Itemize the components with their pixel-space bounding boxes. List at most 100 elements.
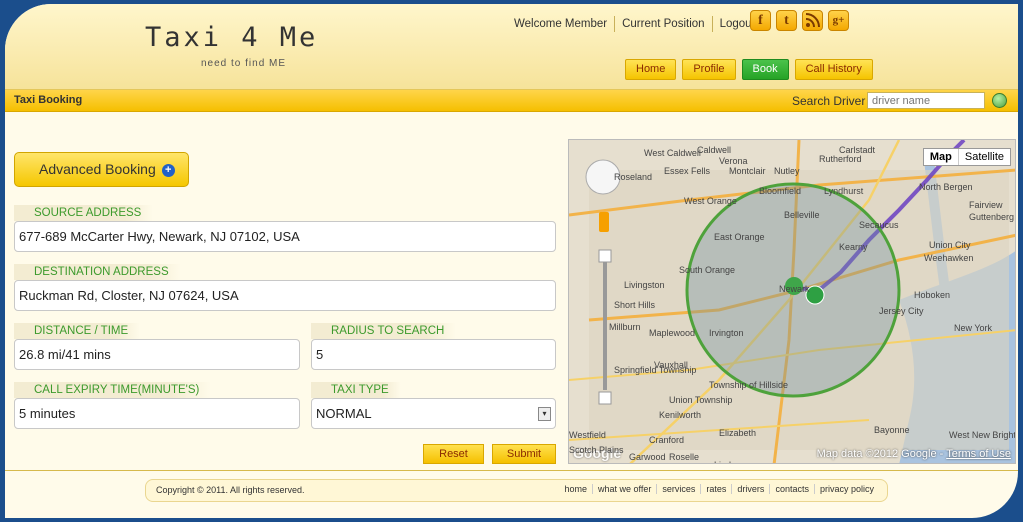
map-place-label: Fairview — [969, 200, 1003, 210]
map-place-label: Bloomfield — [759, 186, 802, 196]
social-links: f t g+ — [750, 10, 849, 31]
facebook-icon[interactable]: f — [750, 10, 771, 31]
map-place-label: Roselle — [669, 452, 700, 462]
google-plus-icon[interactable]: g+ — [828, 10, 849, 31]
map-place-label: Union City — [929, 240, 971, 250]
footer-divider — [5, 470, 1018, 471]
map-place-label: Weehawken — [924, 253, 974, 263]
map-type-toggle: Map Satellite — [922, 148, 1011, 166]
map-place-label: East Orange — [714, 232, 765, 242]
map-place-label: Caldwell — [697, 145, 732, 155]
map-place-label: Jersey City — [879, 306, 924, 316]
map-place-label: Newark — [779, 284, 810, 294]
map-place-label: Lyndhurst — [824, 186, 864, 196]
copyright: Copyright © 2011. All rights reserved. — [156, 485, 305, 495]
taxi-type-value: NORMAL — [316, 406, 372, 421]
map-place-label: Cranford — [649, 435, 685, 445]
footer: Copyright © 2011. All rights reserved. h… — [145, 479, 888, 502]
source-address-label: SOURCE ADDRESS — [14, 205, 154, 221]
map-place-label: South Orange — [679, 265, 736, 275]
section-bar: Taxi Booking Search Driver — [5, 90, 1018, 112]
top-links: Welcome Member Current Position Logout — [507, 16, 762, 32]
distance-time-label: DISTANCE / TIME — [14, 323, 141, 339]
taxi-type-select[interactable]: NORMAL ▾ — [311, 398, 556, 429]
map-place-label: Garwood — [629, 452, 666, 462]
page: Taxi 4 Me need to find ME Welcome Member… — [5, 4, 1018, 518]
map-place-label: Elizabeth — [719, 428, 757, 438]
map-place-label: Westfield — [569, 430, 606, 440]
nav-profile[interactable]: Profile — [682, 59, 736, 80]
map-place-label: Kenilworth — [659, 410, 702, 420]
map-credit: Map data ©2012 Google - Terms of Use — [817, 448, 1011, 460]
map-type-map[interactable]: Map — [924, 149, 959, 165]
footer-links: home what we offer services rates driver… — [560, 484, 880, 494]
taxi-type-label: TAXI TYPE — [311, 382, 401, 398]
reset-button[interactable]: Reset — [423, 444, 484, 464]
advanced-booking-label: Advanced Booking — [39, 161, 156, 177]
rss-icon[interactable] — [802, 10, 823, 31]
nav-book[interactable]: Book — [741, 59, 789, 80]
submit-button[interactable]: Submit — [492, 444, 556, 464]
search-go-icon[interactable] — [992, 93, 1007, 108]
footer-link-what-we-offer[interactable]: what we offer — [592, 484, 656, 494]
map-place-label: Maplewood — [649, 328, 696, 338]
search-driver-label: Search Driver — [792, 94, 866, 108]
tagline: need to find ME — [201, 58, 287, 69]
call-expiry-field[interactable]: 5 minutes — [14, 398, 300, 429]
map-place-label: Irvington — [709, 328, 744, 338]
map-place-label: Kearny — [839, 242, 868, 252]
search-driver-input[interactable] — [867, 92, 985, 109]
distance-time-field[interactable]: 26.8 mi/41 mins — [14, 339, 300, 370]
map-place-label: West Caldwell — [644, 148, 701, 158]
outer-frame: Taxi 4 Me need to find ME Welcome Member… — [0, 0, 1023, 522]
map-place-label: Guttenberg — [969, 212, 1015, 222]
footer-link-drivers[interactable]: drivers — [731, 484, 769, 494]
radius-label: RADIUS TO SEARCH — [311, 323, 457, 339]
logo[interactable]: Taxi 4 Me — [145, 22, 318, 53]
footer-link-contacts[interactable]: contacts — [769, 484, 814, 494]
footer-link-rates[interactable]: rates — [700, 484, 731, 494]
map-credit-text: Map data ©2012 Google - — [816, 448, 947, 460]
map-place-label: West New Brighton — [949, 430, 1016, 440]
nav-home[interactable]: Home — [625, 59, 677, 80]
advanced-booking-button[interactable]: Advanced Booking + — [14, 152, 189, 187]
map-place-label: Montclair — [729, 166, 766, 176]
map-place-label: Hoboken — [914, 290, 951, 300]
plus-icon: + — [161, 163, 175, 177]
map-place-label: Verona — [719, 156, 748, 166]
map-place-label: West Orange — [684, 196, 737, 206]
nav-call-history[interactable]: Call History — [794, 59, 873, 80]
twitter-icon[interactable]: t — [776, 10, 797, 31]
map-place-label: Livingston — [624, 280, 665, 290]
map-place-label: Scotch Plains — [569, 445, 624, 455]
map-place-label: Nutley — [774, 166, 800, 176]
radius-field[interactable]: 5 — [311, 339, 556, 370]
footer-link-home[interactable]: home — [560, 484, 593, 494]
map-place-label: New York — [954, 323, 993, 333]
source-address-field[interactable]: 677-689 McCarter Hwy, Newark, NJ 07102, … — [14, 221, 556, 252]
map-place-label: Roseland — [614, 172, 653, 182]
map-place-label: Vauxhall — [654, 360, 688, 370]
map-place-label: Essex Fells — [664, 166, 711, 176]
welcome-text: Welcome Member — [514, 18, 608, 30]
main-nav: Home Profile Book Call History — [625, 59, 873, 80]
call-expiry-label: CALL EXPIRY TIME(MINUTE'S) — [14, 382, 212, 398]
destination-address-field[interactable]: Ruckman Rd, Closter, NJ 07624, USA — [14, 280, 556, 311]
map[interactable]: Map Satellite Google Map data ©2012 Goog… — [568, 139, 1016, 464]
map-place-label: Short Hills — [614, 300, 656, 310]
map-place-label: Rutherford — [819, 154, 862, 164]
map-place-label: Secaucus — [859, 220, 899, 230]
map-place-label: Union Township — [669, 395, 733, 405]
current-position-link[interactable]: Current Position — [614, 16, 711, 32]
footer-link-services[interactable]: services — [656, 484, 700, 494]
terms-link[interactable]: Terms of Use — [946, 448, 1011, 460]
footer-link-privacy-policy[interactable]: privacy policy — [813, 484, 879, 494]
destination-address-label: DESTINATION ADDRESS — [14, 264, 181, 280]
map-place-label: North Bergen — [919, 182, 973, 192]
map-place-label: Bayonne — [874, 425, 910, 435]
map-type-satellite[interactable]: Satellite — [959, 149, 1010, 165]
map-place-label: Carlstadt — [839, 145, 876, 155]
select-arrow-icon: ▾ — [538, 407, 551, 421]
map-place-label: Linden — [714, 460, 741, 463]
header: Taxi 4 Me need to find ME Welcome Member… — [5, 4, 1018, 90]
